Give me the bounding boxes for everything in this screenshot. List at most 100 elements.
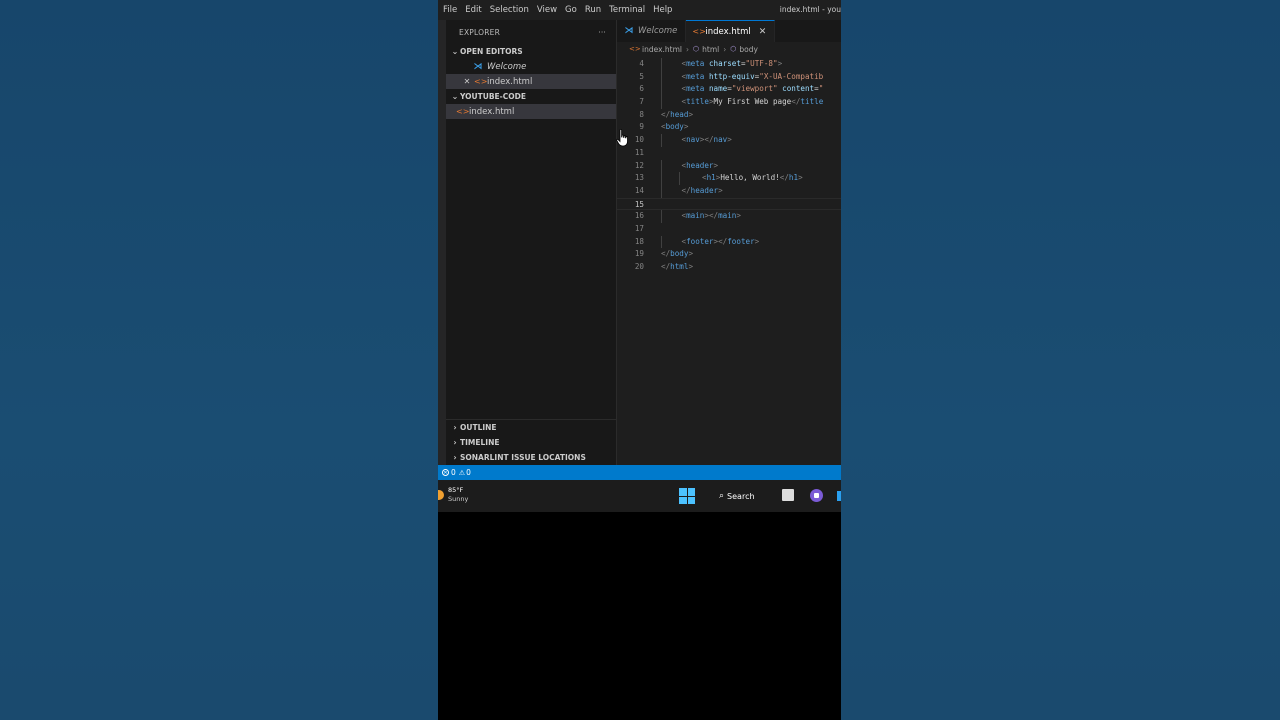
code-text: <meta http-equiv="X-UA-Compatib xyxy=(682,71,824,84)
line-number: 19 xyxy=(634,249,644,259)
indent-guide xyxy=(661,58,662,71)
error-count[interactable]: 0 xyxy=(451,468,456,477)
html-file-icon: <> xyxy=(456,107,470,116)
menu-view[interactable]: View xyxy=(533,5,561,15)
code-line[interactable]: 13 <h1>Hello, World!</h1> xyxy=(617,172,841,185)
line-number: 6 xyxy=(639,84,644,94)
menu-bar: File Edit Selection View Go Run Terminal… xyxy=(438,0,841,20)
breadcrumb: <> index.html › ⬡ html › ⬡ body xyxy=(617,42,841,56)
weather-text: 85°F Sunny xyxy=(448,486,468,504)
html-file-icon: <> xyxy=(474,77,488,86)
line-number: 14 xyxy=(634,185,644,195)
open-editors-header[interactable]: ⌄ OPEN EDITORS xyxy=(446,44,616,59)
menu-run[interactable]: Run xyxy=(581,5,605,15)
code-line[interactable]: 16 <main></main> xyxy=(617,210,841,223)
more-actions-icon[interactable]: ··· xyxy=(598,28,606,37)
close-icon[interactable]: ✕ xyxy=(759,27,767,37)
code-line[interactable]: 6 <meta name="viewport" content=" xyxy=(617,83,841,97)
code-token: "viewport" xyxy=(731,84,778,94)
indent-guide xyxy=(679,172,681,185)
indent-guide xyxy=(661,96,662,109)
breadcrumb-file[interactable]: index.html xyxy=(642,45,682,54)
timeline-header[interactable]: › TIMELINE xyxy=(446,435,616,450)
menu-help[interactable]: Help xyxy=(649,5,676,15)
code-line[interactable]: 7 <title>My First Web page</title xyxy=(617,96,841,109)
code-text: <h1>Hello, World!</h1> xyxy=(702,172,803,185)
browser-icon[interactable] xyxy=(837,491,841,501)
code-line[interactable]: 4 <meta charset="UTF-8"> xyxy=(617,58,841,71)
explorer-panel: EXPLORER ··· ⌄ OPEN EDITORS ⋊ Welcome ✕ … xyxy=(446,20,617,465)
indent-guide xyxy=(661,70,662,84)
code-line[interactable]: 14 </header> xyxy=(617,184,841,198)
menu-go[interactable]: Go xyxy=(561,5,581,15)
menu-file[interactable]: File xyxy=(438,5,461,15)
line-number: 20 xyxy=(634,262,644,271)
indent-guide xyxy=(661,134,662,147)
code-line[interactable]: 17 xyxy=(617,223,841,236)
code-line[interactable]: 12 <header> xyxy=(617,159,841,173)
code-line[interactable]: 18 <footer></footer> xyxy=(617,235,841,249)
windows-start-icon[interactable] xyxy=(679,488,695,504)
weather-temperature: 85°F xyxy=(448,486,464,494)
vscode-window: File Edit Selection View Go Run Terminal… xyxy=(438,0,841,480)
open-editor-welcome[interactable]: ⋊ Welcome xyxy=(446,59,616,74)
warning-count[interactable]: 0 xyxy=(466,468,471,477)
task-view-icon[interactable] xyxy=(782,489,794,501)
code-text: <header> xyxy=(682,160,719,173)
code-line[interactable]: 19 </body> xyxy=(617,248,841,261)
tab-welcome[interactable]: ⋊ Welcome xyxy=(617,20,687,42)
vscode-icon: ⋊ xyxy=(473,61,483,72)
explorer-bottom-sections: › OUTLINE › TIMELINE › SONARLINT ISSUE L… xyxy=(446,419,616,465)
code-token: html xyxy=(670,262,689,271)
line-number: 4 xyxy=(639,59,644,68)
line-number: 13 xyxy=(634,173,644,183)
code-token: > xyxy=(754,236,760,246)
code-token: ></ xyxy=(713,236,728,246)
code-line[interactable]: 9 <body> xyxy=(617,121,841,134)
code-token: h1 xyxy=(706,173,716,183)
code-token: </ xyxy=(661,262,671,271)
open-editors-label: OPEN EDITORS xyxy=(460,47,523,56)
breadcrumb-body[interactable]: body xyxy=(739,45,758,54)
code-token: body xyxy=(670,249,689,259)
breadcrumb-html[interactable]: html xyxy=(702,45,719,54)
tab-index-html[interactable]: <> index.html ✕ xyxy=(686,20,776,42)
close-icon[interactable]: ✕ xyxy=(462,77,472,86)
error-icon[interactable]: ✕ xyxy=(442,469,449,476)
code-text: <body> xyxy=(661,121,688,134)
menu-terminal[interactable]: Terminal xyxy=(605,5,649,15)
code-text: <nav></nav> xyxy=(682,134,732,147)
code-text: </body> xyxy=(661,248,693,261)
taskbar-search-button[interactable]: ⌕ Search xyxy=(713,487,761,505)
open-editor-label: Welcome xyxy=(487,61,527,72)
code-line[interactable]: 5 <meta http-equiv="X-UA-Compatib xyxy=(617,70,841,84)
code-token: </ xyxy=(681,185,691,195)
code-editor[interactable]: 4 <meta charset="UTF-8"> 5 <meta http-equiv… xyxy=(617,58,841,274)
menu-edit[interactable]: Edit xyxy=(461,5,485,15)
code-text: <meta name="viewport" content=" xyxy=(682,83,824,96)
sonarlint-header[interactable]: › SONARLINT ISSUE LOCATIONS xyxy=(446,450,616,465)
menu-selection[interactable]: Selection xyxy=(486,5,533,15)
weather-widget[interactable]: 85°F Sunny xyxy=(438,486,468,504)
code-line[interactable]: 15 xyxy=(617,197,841,211)
code-token: title xyxy=(800,97,824,107)
code-token: > xyxy=(727,135,732,145)
warning-icon[interactable]: ⚠ xyxy=(459,469,465,477)
chevron-right-icon: › xyxy=(453,438,457,447)
sonarlint-label: SONARLINT ISSUE LOCATIONS xyxy=(460,453,586,462)
folder-header[interactable]: ⌄ YOUTUBE-CODE xyxy=(446,89,616,104)
indent-guide xyxy=(661,184,662,198)
html-file-icon: <> xyxy=(629,45,641,53)
code-token: </ xyxy=(661,249,671,259)
code-line[interactable]: 20 </html> xyxy=(617,261,841,274)
outline-header[interactable]: › OUTLINE xyxy=(446,420,616,435)
search-icon: ⌕ xyxy=(719,491,725,501)
element-icon: ⬡ xyxy=(730,45,737,53)
meet-icon[interactable] xyxy=(810,489,823,502)
open-editor-index-html[interactable]: ✕ <> index.html xyxy=(446,74,616,89)
code-token: head xyxy=(670,109,689,119)
code-line[interactable]: 11 xyxy=(617,147,841,160)
file-index-html[interactable]: <> index.html xyxy=(446,104,616,119)
code-line[interactable]: 8 </head> xyxy=(617,109,841,122)
code-line[interactable]: 10 <nav></nav> xyxy=(617,134,841,147)
